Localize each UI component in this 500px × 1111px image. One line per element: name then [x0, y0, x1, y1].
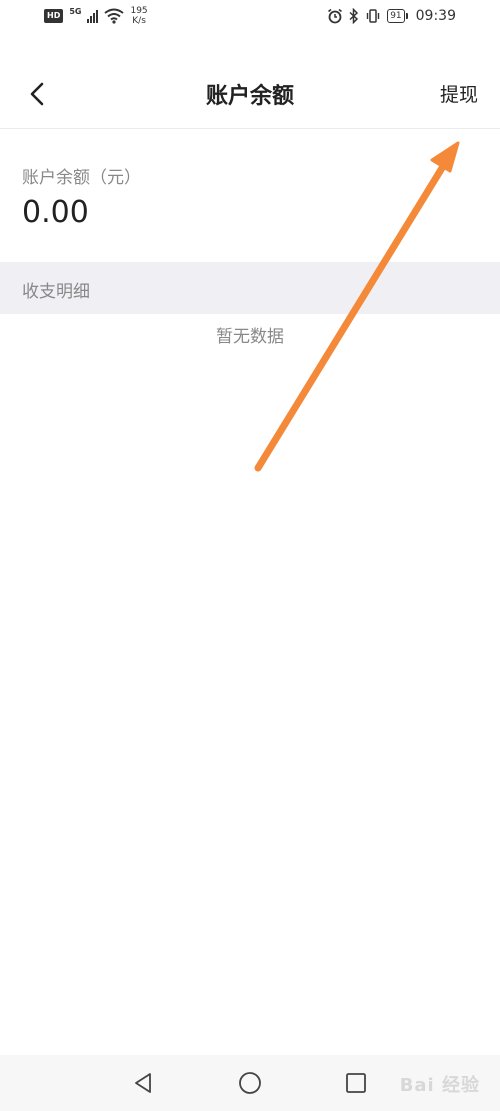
balance-value: 0.00 [22, 195, 89, 230]
signal-icon [87, 9, 99, 23]
network-generation: 5G [69, 7, 82, 16]
battery-icon: 91 [387, 9, 409, 23]
system-back-button[interactable] [130, 1069, 158, 1097]
speed-unit: K/s [132, 16, 146, 26]
alarm-icon [328, 8, 343, 24]
system-navigation-bar: Bai 经验 [0, 1055, 500, 1111]
bluetooth-icon [349, 8, 359, 24]
status-bar: HD 5G 195 K/s 91 09:39 [0, 0, 500, 36]
records-section-title: 收支明细 [22, 282, 90, 302]
network-speed: 195 K/s [130, 6, 147, 26]
status-left: HD 5G 195 K/s [44, 6, 148, 26]
records-section-header: 收支明细 [0, 262, 500, 314]
watermark: Bai 经验 [399, 1075, 480, 1096]
status-time: 09:39 [415, 8, 456, 24]
system-home-button[interactable] [236, 1069, 264, 1097]
empty-state-text: 暂无数据 [216, 327, 284, 347]
vibrate-icon [366, 9, 380, 23]
balance-label: 账户余额（元） [22, 168, 141, 188]
system-recents-button[interactable] [342, 1069, 370, 1097]
hd-badge: HD [44, 9, 64, 23]
navigation-bar: 账户余额 提现 [0, 62, 500, 129]
speed-value: 195 [130, 6, 148, 16]
status-right: 91 09:39 [327, 8, 456, 24]
triangle-back-icon [135, 1073, 151, 1093]
withdraw-button[interactable]: 提现 [440, 80, 478, 107]
circle-home-icon [239, 1072, 261, 1094]
wifi-icon [104, 8, 125, 24]
page-title: 账户余额 [205, 84, 294, 109]
square-recents-icon [346, 1073, 366, 1093]
